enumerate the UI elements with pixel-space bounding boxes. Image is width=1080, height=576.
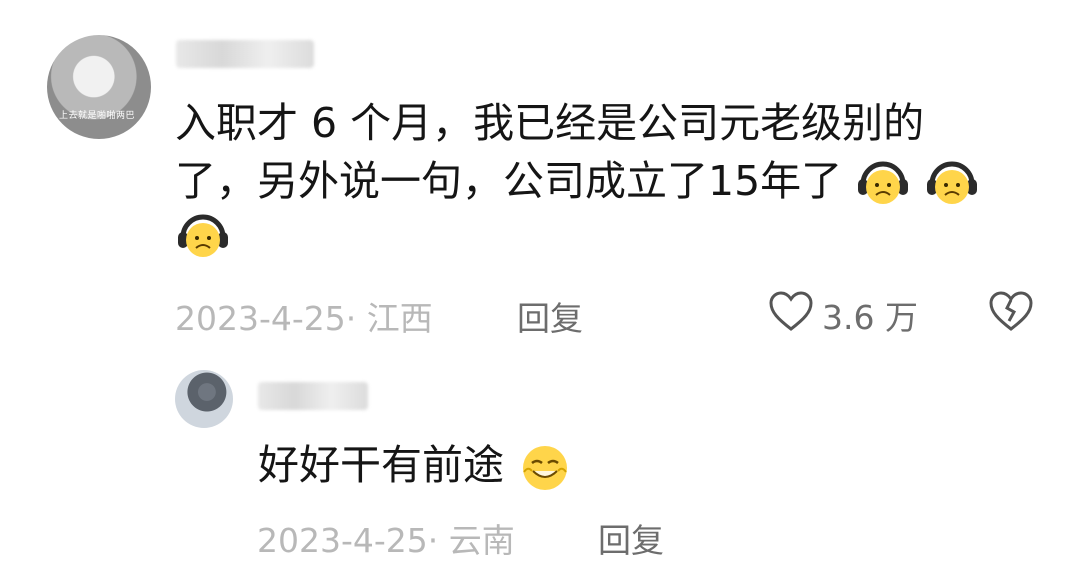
reply-button[interactable]: 回复 — [517, 292, 583, 340]
comment-text-line-2-text: 了，另外说一句，公司成立了15年了 — [175, 157, 843, 205]
avatar-caption: 上去就是啪啪两巴 — [59, 111, 136, 121]
reply-text-content: 好好干有前途 — [258, 441, 504, 489]
reply-meta: 2023-4-25· 云南 — [257, 521, 515, 560]
comment-emoji-row — [175, 209, 231, 265]
dislike-button[interactable] — [988, 290, 1034, 336]
comment-text-line-1: 入职才 6 个月，我已经是公司元老级别的 — [175, 99, 925, 147]
comment-meta: 2023-4-25· 江西 — [175, 299, 433, 338]
like-button[interactable]: 3.6 万 — [768, 290, 918, 340]
comment-text-line-2: 了，另外说一句，公司成立了15年了 — [175, 153, 980, 212]
broken-heart-icon — [988, 291, 1034, 336]
headphones-frown-emoji-icon — [855, 156, 911, 212]
heart-outline-icon — [768, 290, 814, 340]
reply-username-blurred[interactable] — [258, 382, 368, 410]
grinning-laugh-emoji-icon — [517, 440, 573, 496]
headphones-frown-emoji-icon — [175, 209, 231, 265]
avatar[interactable]: 上去就是啪啪两巴 — [47, 35, 151, 139]
reply-avatar[interactable] — [175, 370, 233, 428]
reply-reply-button[interactable]: 回复 — [598, 514, 664, 562]
headphones-frown-emoji-icon — [924, 156, 980, 212]
username-blurred[interactable] — [176, 40, 314, 68]
reply-text: 好好干有前途 — [258, 437, 573, 496]
like-count: 3.6 万 — [822, 298, 918, 337]
